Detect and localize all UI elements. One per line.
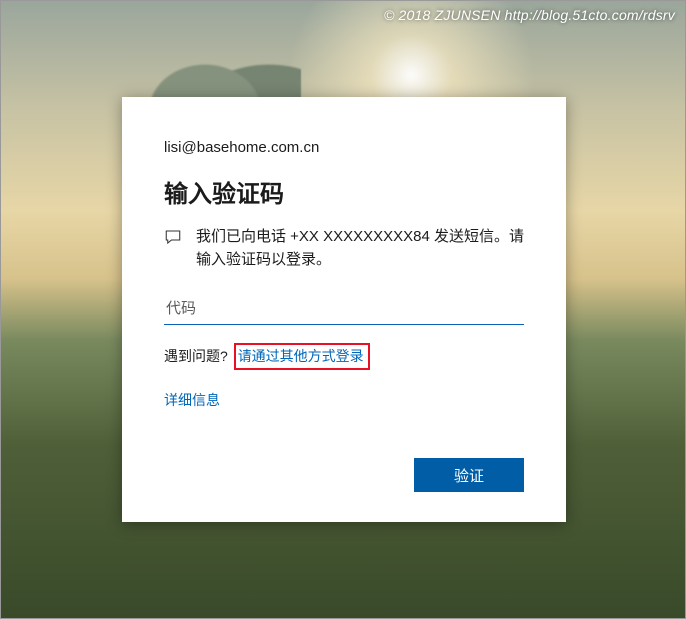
sms-message-text: 我们已向电话 +XX XXXXXXXXX84 发送短信。请输入验证码以登录。 (196, 225, 524, 272)
sms-icon (164, 228, 184, 272)
more-info-link[interactable]: 详细信息 (164, 392, 220, 408)
trouble-row: 遇到问题? 请通过其他方式登录 (164, 343, 524, 370)
code-input[interactable] (164, 294, 524, 325)
other-signin-link[interactable]: 请通过其他方式登录 (238, 348, 364, 364)
user-identity: lisi@basehome.com.cn (164, 139, 524, 156)
page-title: 输入验证码 (164, 174, 524, 209)
trouble-label: 遇到问题? (164, 348, 228, 364)
login-screen: © 2018 ZJUNSEN http://blog.51cto.com/rds… (0, 0, 686, 619)
mfa-card: lisi@basehome.com.cn 输入验证码 我们已向电话 +XX XX… (122, 97, 566, 522)
verify-button[interactable]: 验证 (414, 458, 524, 492)
watermark-text: © 2018 ZJUNSEN http://blog.51cto.com/rds… (1, 7, 675, 23)
highlight-box: 请通过其他方式登录 (234, 343, 370, 370)
button-row: 验证 (414, 458, 524, 492)
sms-message-row: 我们已向电话 +XX XXXXXXXXX84 发送短信。请输入验证码以登录。 (164, 225, 524, 272)
